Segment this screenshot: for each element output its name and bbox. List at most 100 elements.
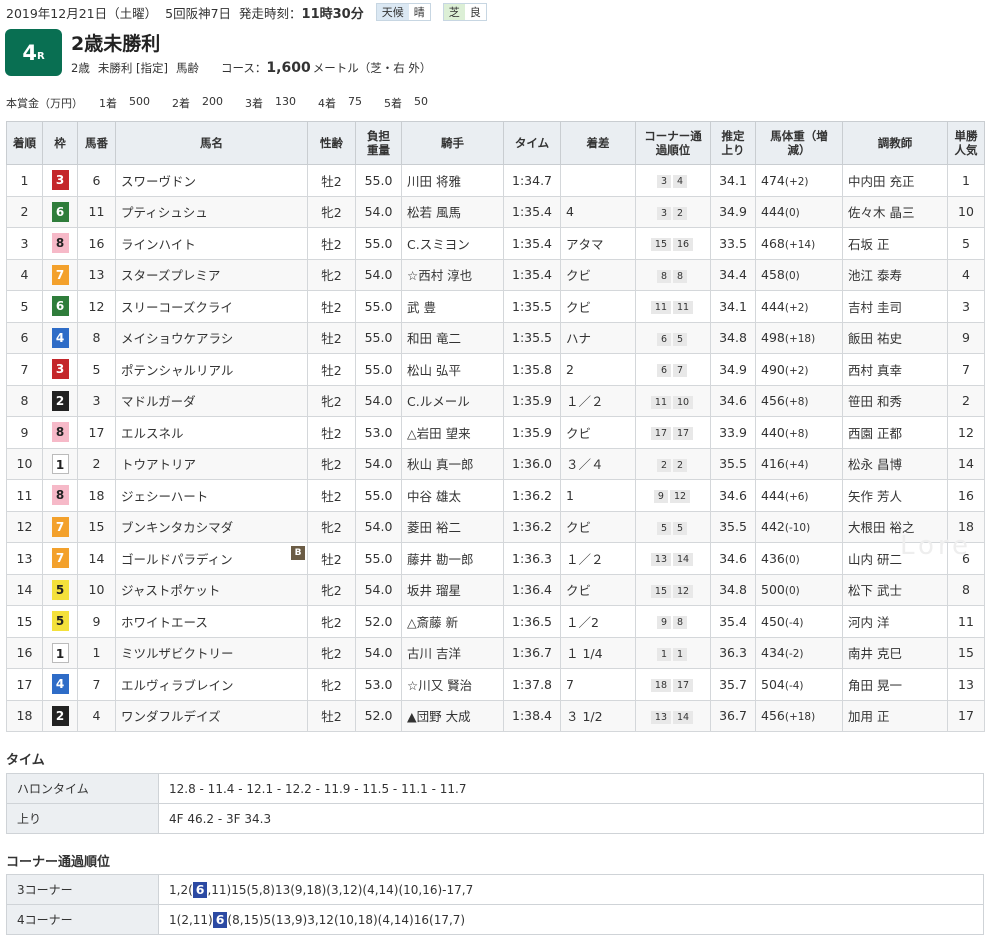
horse-name[interactable]: トウアトリア bbox=[121, 457, 196, 472]
trainer-cell[interactable]: 西村 真幸 bbox=[842, 353, 948, 386]
horse-name-cell[interactable]: メイショウケアラシ bbox=[115, 321, 308, 354]
sex-age-cell: 牡2 bbox=[307, 479, 356, 512]
corner-cell: 13 14 bbox=[635, 542, 711, 575]
horse-name-cell[interactable]: ワンダフルデイズ bbox=[115, 699, 308, 732]
horse-name-cell[interactable]: ミツルザビクトリー bbox=[115, 636, 308, 669]
sex-age-cell: 牡2 bbox=[307, 227, 356, 260]
horse-name-cell[interactable]: ホワイトエース bbox=[115, 605, 308, 638]
horse-name[interactable]: ミツルザビクトリー bbox=[121, 646, 234, 661]
jockey-cell[interactable]: 武 豊 bbox=[401, 290, 504, 323]
horse-name-cell[interactable]: プティシュシュ bbox=[115, 195, 308, 228]
weight-carried-cell: 54.0 bbox=[355, 384, 402, 417]
horse-name-cell[interactable]: スターズプレミア bbox=[115, 258, 308, 291]
finish-time-cell: 1:37.8 bbox=[503, 668, 561, 701]
jockey-cell[interactable]: 川田 将雅 bbox=[401, 164, 504, 197]
weight-carried-cell: 53.0 bbox=[355, 416, 402, 449]
horse-name[interactable]: スリーコーズクライ bbox=[121, 300, 233, 315]
horse-name-cell[interactable]: ジェシーハート bbox=[115, 479, 308, 512]
jockey-cell[interactable]: 秋山 真一郎 bbox=[401, 447, 504, 480]
jockey-cell[interactable]: 松山 弘平 bbox=[401, 353, 504, 386]
time-section-title: タイム bbox=[6, 753, 45, 768]
horse-name-cell[interactable]: エルヴィラブレイン bbox=[115, 668, 308, 701]
jockey-cell[interactable]: 古川 吉洋 bbox=[401, 636, 504, 669]
horse-name[interactable]: ゴールドパラディン bbox=[121, 552, 233, 567]
trainer-cell[interactable]: 佐々木 晶三 bbox=[842, 195, 948, 228]
jockey-cell[interactable]: ☆西村 淳也 bbox=[401, 258, 504, 291]
trainer-cell[interactable]: 石坂 正 bbox=[842, 227, 948, 260]
table-row: 11 8 18 ジェシーハート 牡2 55.0 中谷 雄太 1:36.2 1 9 12 34.6 444… bbox=[6, 479, 985, 512]
jockey-cell[interactable]: 藤井 勘一郎 bbox=[401, 542, 504, 575]
horse-name-cell[interactable]: ゴールドパラディン B bbox=[115, 542, 308, 575]
horse-name-cell[interactable]: ポテンシャルリアル bbox=[115, 353, 308, 386]
horse-name[interactable]: ジェシーハート bbox=[121, 489, 208, 504]
horse-name[interactable]: スワーヴドン bbox=[121, 174, 196, 189]
popularity-cell: 12 bbox=[947, 416, 985, 449]
horse-number-cell: 14 bbox=[77, 542, 116, 575]
popularity-cell: 2 bbox=[947, 384, 985, 417]
col-header: 推定上り bbox=[710, 121, 756, 165]
horse-name-cell[interactable]: ジャストポケット bbox=[115, 573, 308, 606]
horse-name-cell[interactable]: ラインハイト bbox=[115, 227, 308, 260]
jockey-cell[interactable]: C.スミヨン bbox=[401, 227, 504, 260]
horse-name-cell[interactable]: トウアトリア bbox=[115, 447, 308, 480]
margin-cell: クビ bbox=[560, 416, 636, 449]
horse-name-cell[interactable]: ブンキンタカシマダ bbox=[115, 510, 308, 543]
horse-name-cell[interactable]: スリーコーズクライ bbox=[115, 290, 308, 323]
trainer-cell[interactable]: 松永 昌博 bbox=[842, 447, 948, 480]
horse-name-cell[interactable]: エルスネル bbox=[115, 416, 308, 449]
jockey-cell[interactable]: 中谷 雄太 bbox=[401, 479, 504, 512]
trainer-cell[interactable]: 笹田 和秀 bbox=[842, 384, 948, 417]
waku-badge: 6 bbox=[51, 296, 69, 317]
trainer-cell[interactable]: 中内田 充正 bbox=[842, 164, 948, 197]
horse-name[interactable]: スターズプレミア bbox=[121, 268, 220, 283]
horse-name[interactable]: ラインハイト bbox=[121, 237, 196, 252]
horse-name[interactable]: ジャストポケット bbox=[121, 583, 220, 598]
corner-position: 10 bbox=[673, 395, 694, 409]
horse-name-cell[interactable]: マドルガーダ bbox=[115, 384, 308, 417]
horse-name[interactable]: プティシュシュ bbox=[121, 205, 208, 220]
horse-name[interactable]: ブンキンタカシマダ bbox=[121, 520, 233, 535]
trainer-cell[interactable]: 矢作 芳人 bbox=[842, 479, 948, 512]
results-header-row: 着順 枠 馬番 馬名 性齢 負担重量 騎手 タイム 着差 コーナー通過順位 推定… bbox=[6, 121, 985, 165]
trainer-cell[interactable]: 飯田 祐史 bbox=[842, 321, 948, 354]
jockey-cell[interactable]: ▲団野 大成 bbox=[401, 699, 504, 732]
horse-name[interactable]: ホワイトエース bbox=[121, 615, 208, 630]
trainer-cell[interactable]: 河内 洋 bbox=[842, 605, 948, 638]
corner-position: 2 bbox=[673, 458, 688, 472]
jockey-cell[interactable]: △岩田 望来 bbox=[401, 416, 504, 449]
weight-carried-cell: 55.0 bbox=[355, 479, 402, 512]
corner3-label: 3コーナー bbox=[6, 874, 159, 905]
course-label: コース： bbox=[220, 61, 267, 75]
horse-name[interactable]: エルヴィラブレイン bbox=[121, 678, 234, 693]
margin-cell: アタマ bbox=[560, 227, 636, 260]
waku-badge: 3 bbox=[51, 170, 69, 191]
trainer-cell[interactable]: 角田 晃一 bbox=[842, 668, 948, 701]
corner4-row: 4コーナー 1(2,11) 6 (8,15)5(13,9)3,12(10,18)(4… bbox=[6, 904, 984, 935]
trainer-cell[interactable]: 池江 泰寿 bbox=[842, 258, 948, 291]
trainer-cell[interactable]: 南井 克巳 bbox=[842, 636, 948, 669]
trainer-cell[interactable]: 松下 武士 bbox=[842, 573, 948, 606]
jockey-cell[interactable]: C.ルメール bbox=[401, 384, 504, 417]
body-weight-cell: 456(+18) bbox=[755, 699, 843, 732]
horse-name[interactable]: ポテンシャルリアル bbox=[121, 363, 233, 378]
jockey-cell[interactable]: △斎藤 新 bbox=[401, 605, 504, 638]
trainer-cell[interactable]: 吉村 圭司 bbox=[842, 290, 948, 323]
horse-name-cell[interactable]: スワーヴドン bbox=[115, 164, 308, 197]
horse-name[interactable]: メイショウケアラシ bbox=[121, 331, 233, 346]
position-cell: 11 bbox=[6, 479, 43, 512]
body-weight-cell: 434(-2) bbox=[755, 636, 843, 669]
trainer-cell[interactable]: 加用 正 bbox=[842, 699, 948, 732]
jockey-cell[interactable]: ☆川又 賢治 bbox=[401, 668, 504, 701]
prize-place: 1着 bbox=[99, 97, 117, 110]
jockey-cell[interactable]: 坂井 瑠星 bbox=[401, 573, 504, 606]
margin-cell: クビ bbox=[560, 290, 636, 323]
weight-carried-cell: 52.0 bbox=[355, 605, 402, 638]
horse-name[interactable]: ワンダフルデイズ bbox=[121, 709, 221, 724]
track-box: 芝 良 bbox=[442, 3, 487, 21]
horse-name[interactable]: エルスネル bbox=[121, 426, 184, 441]
jockey-cell[interactable]: 菱田 裕二 bbox=[401, 510, 504, 543]
jockey-cell[interactable]: 松若 風馬 bbox=[401, 195, 504, 228]
horse-name[interactable]: マドルガーダ bbox=[121, 394, 196, 409]
jockey-cell[interactable]: 和田 竜二 bbox=[401, 321, 504, 354]
trainer-cell[interactable]: 西園 正都 bbox=[842, 416, 948, 449]
